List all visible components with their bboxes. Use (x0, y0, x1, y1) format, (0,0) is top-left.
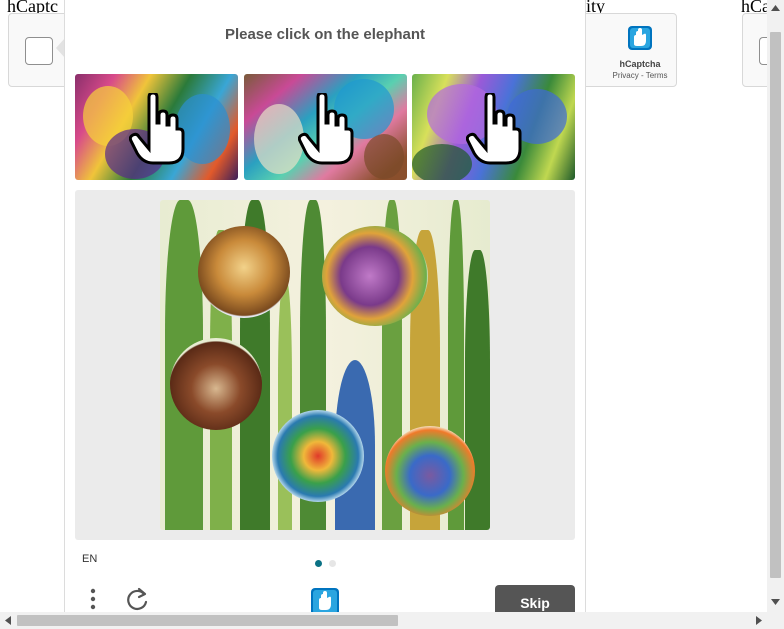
privacy-terms-links[interactable]: Privacy - Terms (605, 71, 675, 80)
animal-parrot[interactable] (272, 410, 364, 502)
challenge-image-area (75, 190, 575, 540)
example-image-2 (244, 74, 407, 180)
skip-button[interactable]: Skip (495, 585, 575, 614)
challenge-image[interactable] (160, 200, 490, 530)
vertical-scroll-thumb[interactable] (770, 32, 781, 578)
hcaptcha-logo-block: hCaptcha Privacy - Terms (605, 24, 675, 80)
scroll-right-icon[interactable] (756, 616, 762, 625)
hcaptcha-logo-icon (311, 588, 339, 614)
page-dot-inactive (329, 560, 337, 567)
captcha-checkbox[interactable] (25, 37, 53, 65)
horizontal-scrollbar[interactable] (0, 612, 784, 629)
menu-button[interactable] (85, 586, 101, 614)
refresh-icon (127, 587, 148, 611)
pointer-hand-icon (465, 92, 521, 165)
vertical-scrollbar[interactable] (767, 0, 784, 612)
challenge-prompt: Please click on the elephant (224, 26, 426, 43)
hcaptcha-brand: hCaptcha (619, 59, 661, 69)
scroll-down-icon[interactable] (771, 599, 780, 605)
animal-squirrel[interactable] (385, 426, 475, 516)
refresh-button[interactable] (123, 586, 151, 614)
animal-bear[interactable] (170, 338, 262, 430)
pointer-hand-icon (297, 92, 353, 165)
hcaptcha-footer-logo (308, 586, 342, 614)
page-indicator (315, 554, 339, 572)
animal-lion[interactable] (198, 226, 290, 318)
example-image-3 (412, 74, 575, 180)
page-dot-active (315, 560, 322, 567)
animal-elephant[interactable] (322, 226, 428, 326)
scroll-left-icon[interactable] (5, 616, 11, 625)
example-image-1 (75, 74, 238, 180)
challenge-panel: Please click on the elephant EN Skip (64, 0, 586, 614)
horizontal-scroll-thumb[interactable] (17, 615, 398, 626)
hcaptcha-logo-icon (628, 26, 652, 50)
scroll-up-icon[interactable] (771, 5, 780, 11)
more-vertical-icon (90, 588, 96, 610)
pointer-hand-icon (128, 92, 184, 165)
language-selector[interactable]: EN (82, 553, 97, 565)
background-captcha-widget-logo-area: hCaptcha Privacy - Terms (582, 13, 677, 87)
